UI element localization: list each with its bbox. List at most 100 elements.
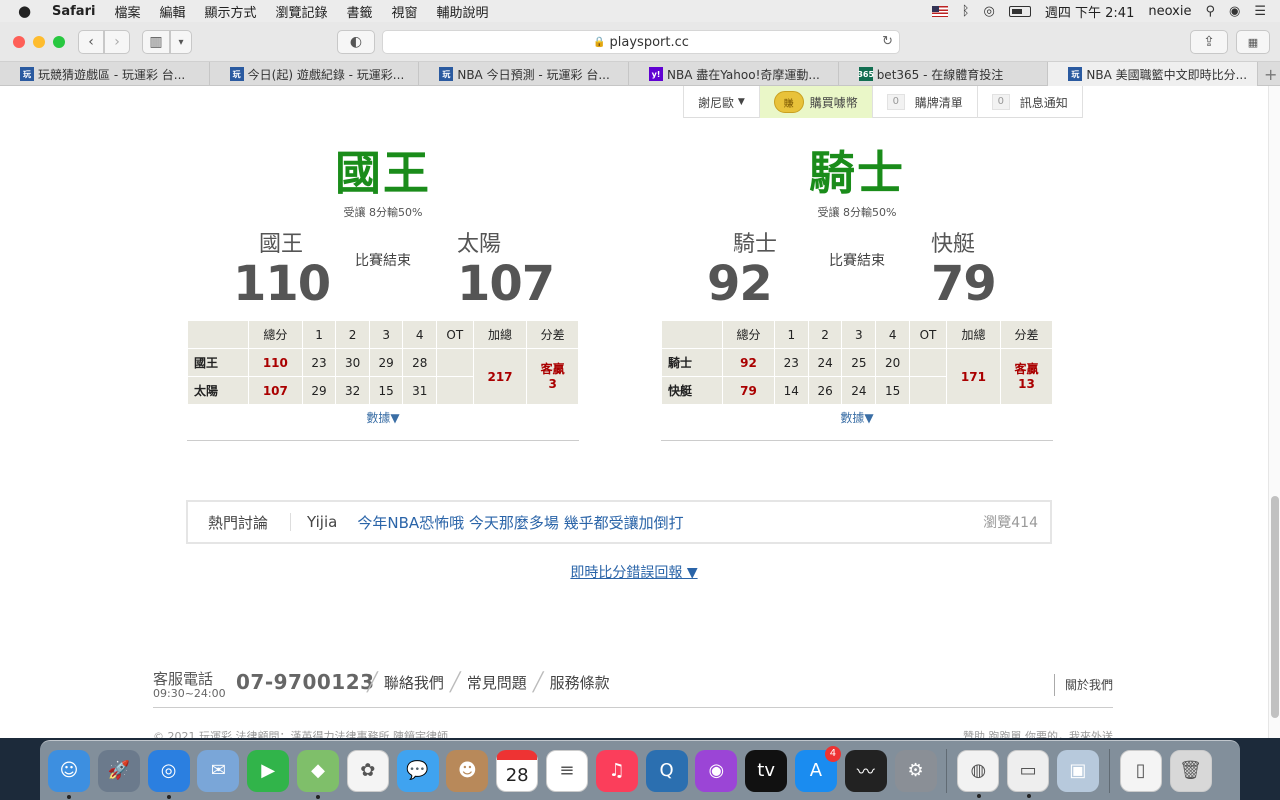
- new-tab-button[interactable]: +: [1258, 62, 1280, 86]
- spotlight-search-icon[interactable]: ⚲: [1205, 4, 1215, 19]
- address-bar[interactable]: 🔒 playsport.cc ↻: [382, 30, 900, 54]
- menu-user[interactable]: neoxie: [1148, 4, 1191, 19]
- show-all-tabs-button[interactable]: ▦: [1236, 30, 1270, 54]
- reload-icon[interactable]: ↻: [882, 34, 893, 49]
- home-team-name: 太陽: [457, 232, 502, 257]
- footer-link-faq[interactable]: 常見問題: [467, 672, 527, 693]
- menu-app-name[interactable]: Safari: [52, 4, 95, 19]
- team-cell: 快艇: [661, 376, 723, 405]
- browser-tab[interactable]: 玩 NBA 今日預測 - 玩運彩 台...: [419, 62, 630, 86]
- stats-toggle-link[interactable]: 數據▼: [840, 411, 873, 425]
- voice-memos-icon[interactable]: 〰: [844, 749, 887, 792]
- quarter-cell: 23: [301, 348, 337, 377]
- scrollbar-thumb[interactable]: [1271, 496, 1279, 718]
- back-button[interactable]: ‹: [78, 30, 104, 54]
- browser-tab[interactable]: 玩 NBA 美國職籃中文即時比分...: [1048, 62, 1259, 86]
- notification-badge: 4: [824, 745, 841, 762]
- maps-icon[interactable]: ◆: [296, 749, 339, 799]
- quicktime-icon[interactable]: Q: [645, 749, 688, 792]
- menu-edit[interactable]: 編輯: [159, 2, 185, 21]
- quarter-cell: 24: [807, 348, 843, 377]
- dock-separator: [1108, 748, 1110, 793]
- menu-history[interactable]: 瀏覽記錄: [275, 2, 327, 21]
- bet365-icon: 365: [857, 67, 874, 81]
- footer-links: ╱ 聯絡我們 ╱ 常見問題 ╱ 服務條款: [361, 672, 610, 693]
- photos-icon[interactable]: ✿: [346, 749, 389, 792]
- score-error-report-link[interactable]: 即時比分錯誤回報 ▼: [570, 565, 697, 581]
- scoreboard: 國王 110 比賽結束 太陽 107: [187, 220, 579, 320]
- battery-icon[interactable]: [1008, 5, 1031, 17]
- sponsor-text[interactable]: 贊助 跑跑單 你要的，我來外送: [963, 728, 1113, 738]
- podcasts-icon[interactable]: ◉: [695, 749, 738, 792]
- input-source-flag-icon[interactable]: [931, 5, 948, 17]
- customer-service-label: 客服電話: [153, 670, 214, 688]
- airplay-icon[interactable]: ◎: [984, 4, 995, 19]
- notifications-link[interactable]: 0 訊息通知: [976, 86, 1083, 118]
- notification-center-icon[interactable]: ☰: [1254, 4, 1266, 19]
- footer-link-terms[interactable]: 服務條款: [550, 672, 610, 693]
- document-icon[interactable]: ▭: [1007, 749, 1050, 798]
- page-scrollbar[interactable]: [1268, 86, 1280, 738]
- forward-button[interactable]: ›: [104, 30, 130, 54]
- safari-icon[interactable]: ◎: [147, 749, 190, 799]
- web-page: 謝尼歐 ▼ 賺購買噱幣 0 購牌清單 0 訊息通知 國王 受讓 8分輸50% 國王 110…: [0, 86, 1268, 738]
- browser-tab[interactable]: 365 bet365 - 在線體育投注: [839, 62, 1049, 86]
- hot-discussion-user[interactable]: Yijia: [291, 513, 357, 531]
- sidebar-button[interactable]: ▥: [142, 30, 170, 54]
- finder-icon[interactable]: ☺: [48, 749, 90, 799]
- spread-result-cell: 客贏 3: [526, 348, 579, 405]
- buy-coins-button[interactable]: 賺購買噱幣: [758, 86, 872, 118]
- menu-help[interactable]: 輔助說明: [437, 2, 489, 21]
- zoom-window-icon[interactable]: [53, 35, 65, 48]
- appletv-icon[interactable]: tv: [745, 749, 788, 792]
- user-menu[interactable]: 謝尼歐 ▼: [683, 86, 759, 118]
- downloads-folder-icon[interactable]: ▯: [1119, 749, 1162, 792]
- stats-toggle-link[interactable]: 數據▼: [366, 411, 399, 425]
- game-card: 國王 受讓 8分輸50% 國王 110 比賽結束 太陽 107 總分 1 2 3 4 OT 加總 分差 國王 1…: [187, 144, 579, 441]
- footer-link-contact[interactable]: 聯絡我們: [384, 672, 444, 693]
- footer-link-about[interactable]: 關於我們: [1053, 674, 1113, 696]
- menu-clock[interactable]: 週四 下午 2:41: [1045, 2, 1134, 21]
- tab-overview-dropdown[interactable]: ▾: [170, 30, 192, 54]
- mail-icon[interactable]: ✉: [197, 749, 240, 792]
- playsport-icon: 玩: [20, 67, 34, 81]
- launchpad-icon[interactable]: 🚀: [97, 749, 140, 792]
- spread-result-cell: 客贏 13: [1000, 348, 1053, 405]
- combined-total-cell: 171: [945, 348, 1002, 405]
- ot-cell: [435, 376, 474, 405]
- contacts-icon[interactable]: ☻: [446, 749, 489, 792]
- facetime-icon[interactable]: ▶: [247, 749, 290, 792]
- share-button[interactable]: ⇪: [1190, 30, 1228, 54]
- trash-icon[interactable]: 🗑: [1169, 749, 1212, 792]
- minimize-window-icon[interactable]: [33, 35, 45, 48]
- quarter-cell: 31: [402, 376, 437, 405]
- combined-total-cell: 217: [472, 348, 528, 405]
- team-cell: 騎士: [661, 348, 723, 377]
- reminders-icon[interactable]: ≡: [545, 749, 588, 792]
- tab-bar: 玩玩競猜遊戲區 - 玩運彩 台... 玩今日(起) 遊戲紀錄 - 玩運彩... 玩 N…: [0, 62, 1280, 86]
- bluetooth-icon[interactable]: ᛒ: [962, 4, 970, 19]
- appstore-icon[interactable]: A4: [794, 745, 841, 792]
- quarter-score-table: 總分 1 2 3 4 OT 加總 分差 騎士 92 23 24 25 20 171 客贏 13 快艇 79 14 26 2…: [661, 320, 1053, 405]
- system-preferences-icon[interactable]: ⚙: [894, 749, 937, 792]
- menu-file[interactable]: 檔案: [114, 2, 140, 21]
- chrome-icon[interactable]: ◍: [957, 749, 1000, 798]
- chevron-right-icon: ›: [114, 34, 120, 50]
- preview-icon[interactable]: ▣: [1056, 749, 1099, 792]
- hot-discussion-title[interactable]: 今年NBA恐怖哦 今天那麼多場 幾乎都受讓加倒打: [357, 512, 683, 533]
- siri-icon[interactable]: ◉: [1229, 4, 1240, 19]
- browser-tab[interactable]: 玩玩競猜遊戲區 - 玩運彩 台...: [0, 62, 210, 86]
- messages-icon[interactable]: 💬: [396, 749, 439, 792]
- privacy-report-button[interactable]: ◐: [337, 30, 375, 54]
- browser-tab[interactable]: 玩今日(起) 遊戲紀錄 - 玩運彩...: [210, 62, 420, 86]
- apple-menu-icon[interactable]: ●: [18, 2, 36, 20]
- cart-link[interactable]: 0 購牌清單: [871, 86, 977, 118]
- close-window-icon[interactable]: [13, 35, 25, 48]
- menu-window[interactable]: 視窗: [392, 2, 418, 21]
- music-icon[interactable]: ♫: [595, 749, 638, 792]
- menu-view[interactable]: 顯示方式: [204, 2, 256, 21]
- browser-tab[interactable]: y! NBA 盡在Yahoo!奇摩運動...: [629, 62, 839, 86]
- yahoo-icon: y!: [649, 67, 664, 81]
- calendar-icon[interactable]: 28: [496, 749, 539, 792]
- menu-bookmarks[interactable]: 書籤: [347, 2, 373, 21]
